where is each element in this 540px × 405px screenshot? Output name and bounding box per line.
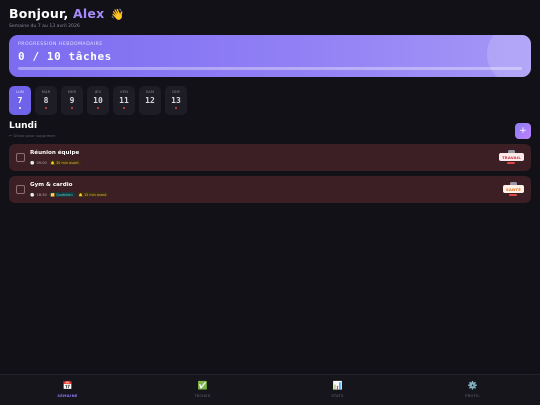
swipe-hint: ← Glisse pour supprimer bbox=[9, 133, 56, 138]
task-card[interactable]: Réunion équipe 🕘 09:00 🔔 30 min avant TR… bbox=[9, 144, 531, 171]
task-meta: 🕘 18:30 🔁 Quotidien 🔔 15 min avant bbox=[30, 192, 109, 197]
day-name: MAR bbox=[41, 90, 51, 94]
nav-tab-profile[interactable]: ⚙️ PROFIL bbox=[405, 375, 540, 405]
task-title: Gym & cardio bbox=[30, 182, 73, 188]
task-time: 18:30 bbox=[36, 192, 47, 197]
decorative-circle bbox=[487, 35, 531, 77]
task-indicator-dot bbox=[45, 107, 47, 109]
day-number: 11 bbox=[119, 96, 129, 105]
day-name: JEU bbox=[94, 90, 102, 94]
day-number: 12 bbox=[145, 96, 155, 105]
category-label: TRAVAIL bbox=[498, 153, 524, 161]
day-sun[interactable]: DIM 13 bbox=[165, 86, 187, 115]
day-name: LUN bbox=[16, 90, 24, 94]
nav-tab-tasks[interactable]: ✅ TÂCHES bbox=[135, 375, 270, 405]
greeting: Bonjour, Alex 👋 bbox=[9, 6, 125, 23]
day-name: MER bbox=[67, 90, 77, 94]
progress-count: 0 / 10 tâches bbox=[18, 50, 112, 63]
day-sat[interactable]: SAM 12 bbox=[139, 86, 161, 115]
day-number: 13 bbox=[171, 96, 181, 105]
task-indicator-dot bbox=[149, 107, 151, 109]
day-number: 8 bbox=[43, 96, 49, 105]
bottom-navigation: 📅 SEMAINE ✅ TÂCHES 📊 STATS ⚙️ PROFIL bbox=[0, 374, 540, 405]
nav-label: PROFIL bbox=[465, 394, 480, 398]
task-card[interactable]: Gym & cardio 🕘 18:30 🔁 Quotidien 🔔 15 mi… bbox=[9, 176, 531, 203]
task-title: Réunion équipe bbox=[30, 150, 80, 156]
clock-icon: 🕘 bbox=[30, 160, 35, 165]
task-checkbox[interactable] bbox=[16, 153, 25, 162]
task-indicator-dot bbox=[123, 107, 125, 109]
calendar-icon: 📅 bbox=[62, 381, 73, 390]
priority-marker bbox=[509, 194, 518, 196]
task-indicator-dot bbox=[175, 107, 177, 109]
task-indicator-dot bbox=[71, 107, 73, 109]
task-checkbox[interactable] bbox=[16, 185, 25, 194]
nav-label: SEMAINE bbox=[57, 394, 78, 398]
day-name: DIM bbox=[172, 90, 180, 94]
nav-label: TÂCHES bbox=[194, 394, 211, 398]
nav-tab-stats[interactable]: 📊 STATS bbox=[270, 375, 405, 405]
category-label: SANTÉ bbox=[502, 185, 524, 193]
reminder-badge: 🔔 15 min avant bbox=[76, 192, 109, 197]
nav-label: STATS bbox=[331, 394, 344, 398]
nav-tab-week[interactable]: 📅 SEMAINE bbox=[0, 375, 135, 405]
task-time: 09:00 bbox=[36, 160, 47, 165]
task-indicator-dot bbox=[97, 107, 99, 109]
gear-icon: ⚙️ bbox=[467, 381, 478, 390]
category-tag: TRAVAIL bbox=[498, 150, 524, 164]
task-meta: 🕘 09:00 🔔 30 min avant bbox=[30, 160, 81, 165]
task-indicator-dot bbox=[19, 107, 21, 109]
day-name: VEN bbox=[119, 90, 129, 94]
day-fri[interactable]: VEN 11 bbox=[113, 86, 135, 115]
day-number: 10 bbox=[93, 96, 103, 105]
reminder-badge: 🔔 30 min avant bbox=[48, 160, 81, 165]
category-tag: SANTÉ bbox=[502, 182, 524, 196]
clock-icon: 🕘 bbox=[30, 192, 35, 197]
day-wed[interactable]: MER 9 bbox=[61, 86, 83, 115]
header: Bonjour, Alex 👋 Semaine du 7 au 13 avril… bbox=[9, 6, 125, 29]
priority-marker bbox=[507, 162, 516, 164]
wave-icon: 👋 bbox=[110, 8, 125, 21]
weekly-progress-card: PROGRESSION HEBDOMADAIRE 0 / 10 tâches bbox=[9, 35, 531, 77]
add-task-button[interactable]: + bbox=[515, 123, 531, 139]
progress-bar bbox=[18, 67, 522, 70]
day-name: SAM bbox=[145, 90, 155, 94]
repeat-badge: 🔁 Quotidien bbox=[48, 192, 75, 197]
week-range: Semaine du 7 au 13 avril 2026 bbox=[9, 24, 80, 29]
checkmark-icon: ✅ bbox=[197, 381, 208, 390]
day-number: 7 bbox=[17, 96, 23, 105]
day-selector: LUN 7 MAR 8 MER 9 JEU 10 VEN 11 SAM 12 D… bbox=[9, 86, 187, 115]
day-thu[interactable]: JEU 10 bbox=[87, 86, 109, 115]
day-number: 9 bbox=[69, 96, 75, 105]
chart-icon: 📊 bbox=[332, 381, 343, 390]
greeting-text: Bonjour, bbox=[9, 6, 69, 21]
day-mon[interactable]: LUN 7 bbox=[9, 86, 31, 115]
progress-label: PROGRESSION HEBDOMADAIRE bbox=[18, 42, 103, 47]
user-name: Alex bbox=[73, 6, 105, 21]
selected-day-title: Lundi bbox=[9, 121, 38, 131]
day-tue[interactable]: MAR 8 bbox=[35, 86, 57, 115]
